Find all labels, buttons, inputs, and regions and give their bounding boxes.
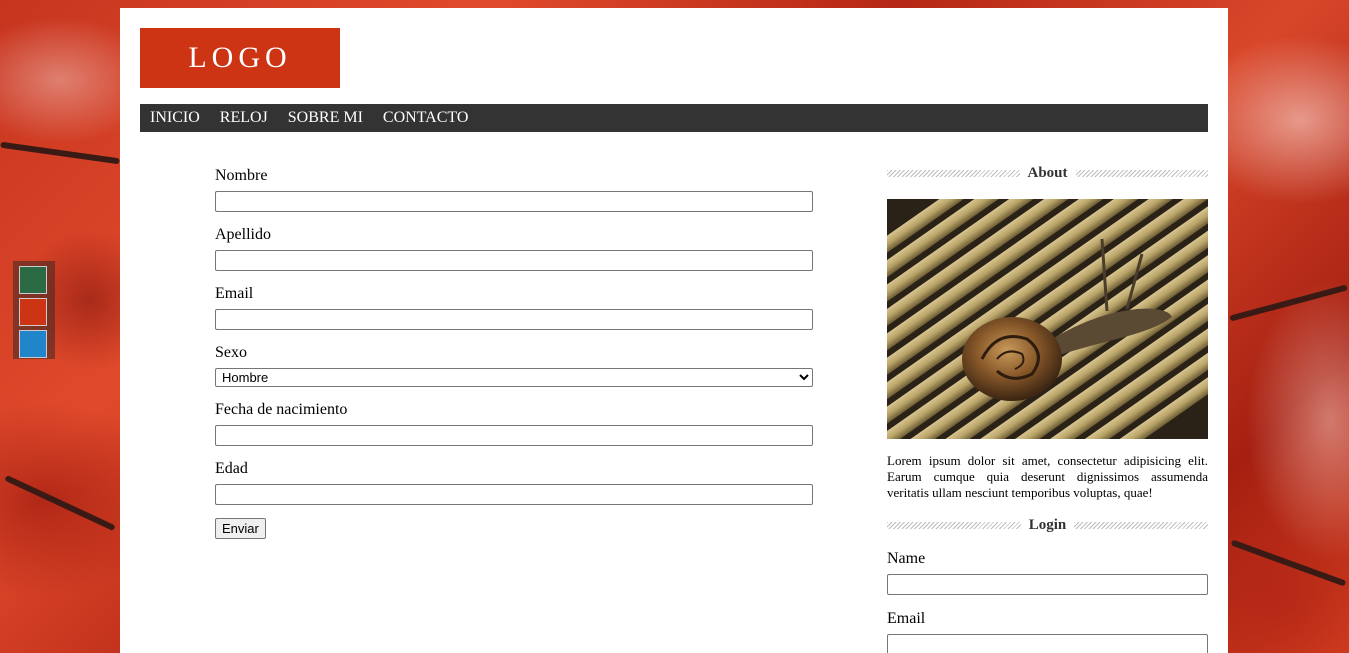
login-name-input[interactable] (887, 574, 1208, 595)
enviar-button[interactable]: Enviar (215, 518, 266, 539)
login-email-input[interactable] (887, 634, 1208, 653)
about-snail-image (887, 199, 1208, 439)
theme-switcher (13, 261, 55, 359)
sexo-select[interactable]: Hombre (215, 368, 813, 387)
page-container: LOGO INICIO RELOJ SOBRE MI CONTACTO Nomb… (120, 8, 1228, 653)
bg-branch (1230, 539, 1347, 587)
heading-stripe (1075, 169, 1209, 177)
theme-swatch-green[interactable] (19, 266, 47, 294)
sexo-label: Sexo (215, 344, 247, 361)
apellido-label: Apellido (215, 226, 271, 243)
snail-photo (887, 199, 1208, 439)
email-input[interactable] (215, 309, 813, 330)
login-title: Login (1028, 516, 1067, 533)
email-label: Email (215, 285, 254, 302)
nombre-input[interactable] (215, 191, 813, 212)
heading-stripe (887, 521, 1021, 529)
bg-branch (1229, 284, 1348, 322)
contact-form: Nombre Apellido Email Sexo Hombre Fecha … (215, 166, 813, 539)
heading-stripe (887, 169, 1020, 177)
heading-stripe (1074, 521, 1209, 529)
login-email-label: Email (887, 610, 926, 627)
fecha-nacimiento-input[interactable] (215, 425, 813, 446)
theme-swatch-red[interactable] (19, 298, 47, 326)
nav-item-contacto[interactable]: CONTACTO (373, 109, 479, 127)
fecha-label: Fecha de nacimiento (215, 401, 348, 418)
edad-input[interactable] (215, 484, 813, 505)
theme-swatch-blue[interactable] (19, 330, 47, 358)
main-nav: INICIO RELOJ SOBRE MI CONTACTO (140, 104, 1208, 132)
sidebar: About Lorem ipsum dolor sit amet, consec… (887, 163, 1209, 653)
edad-label: Edad (215, 460, 248, 477)
apellido-input[interactable] (215, 250, 813, 271)
nombre-label: Nombre (215, 167, 268, 184)
nav-item-inicio[interactable]: INICIO (140, 109, 210, 127)
about-text: Lorem ipsum dolor sit amet, consectetur … (887, 453, 1208, 500)
about-heading: About (887, 163, 1209, 183)
login-form: Name Email (887, 549, 1208, 653)
login-heading: Login (887, 515, 1209, 535)
site-logo[interactable]: LOGO (140, 28, 340, 88)
about-title: About (1027, 164, 1068, 181)
bg-branch (0, 141, 120, 165)
bg-branch (4, 474, 116, 532)
login-name-label: Name (887, 550, 926, 567)
nav-item-reloj[interactable]: RELOJ (210, 109, 278, 127)
nav-item-sobre-mi[interactable]: SOBRE MI (278, 109, 373, 127)
